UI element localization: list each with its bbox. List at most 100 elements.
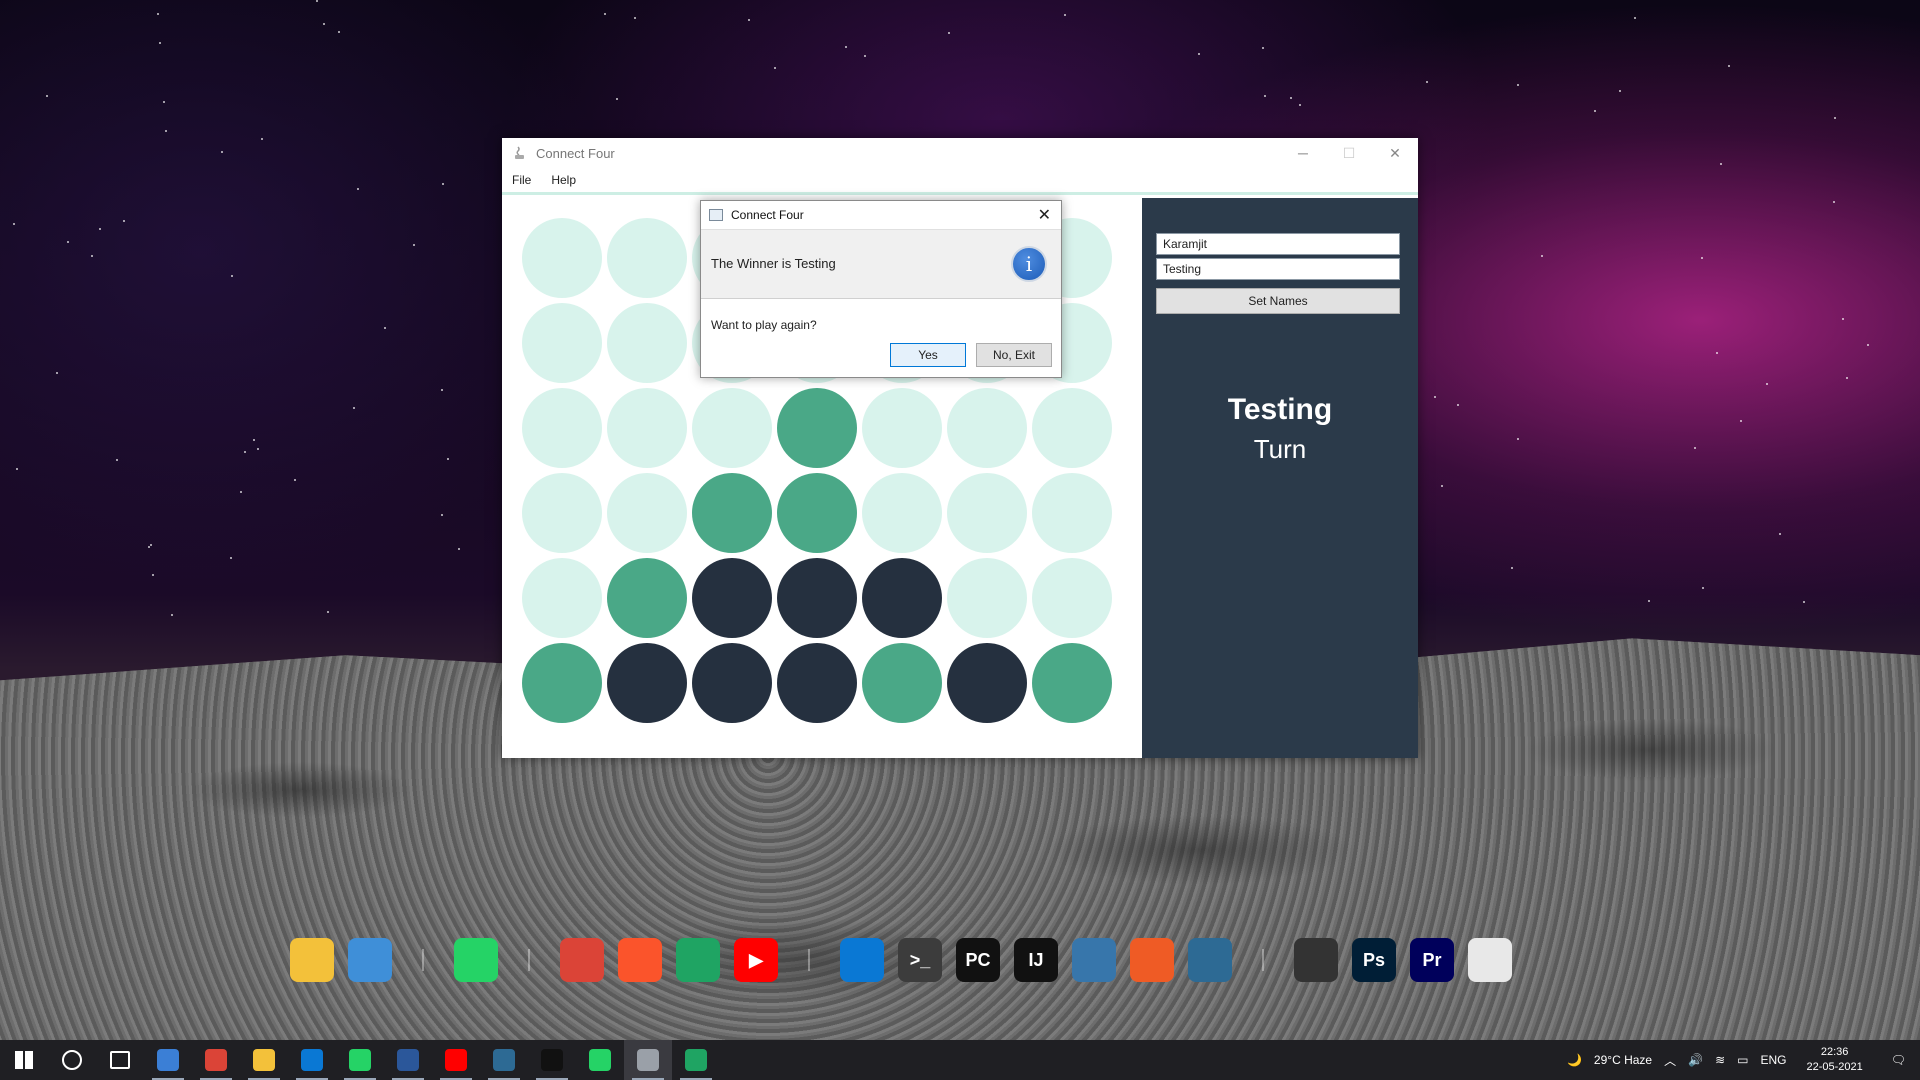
whatsapp-icon[interactable]: [454, 938, 498, 982]
task-view-icon[interactable]: [96, 1040, 144, 1080]
start-icon[interactable]: [0, 1040, 48, 1080]
empty-slot[interactable]: [947, 558, 1027, 638]
star: [353, 407, 355, 409]
empty-slot[interactable]: [607, 218, 687, 298]
dark-disc[interactable]: [777, 558, 857, 638]
taskbar-youtube-icon[interactable]: [432, 1040, 480, 1080]
intellij-icon[interactable]: IJ: [1014, 938, 1058, 982]
taskbar-java-icon[interactable]: [624, 1040, 672, 1080]
volume-icon[interactable]: 🔊: [1682, 1053, 1709, 1067]
terminal-icon[interactable]: >_: [898, 938, 942, 982]
davinci-icon[interactable]: [1294, 938, 1338, 982]
star: [1766, 383, 1768, 385]
dark-disc[interactable]: [862, 558, 942, 638]
star: [148, 546, 150, 548]
java-app-icon: [515, 146, 524, 159]
star: [171, 614, 173, 616]
dock-separator: [1262, 949, 1264, 971]
mysql-workbench-icon[interactable]: [1188, 938, 1232, 982]
weather-icon[interactable]: 🌙: [1561, 1053, 1588, 1067]
weather-text[interactable]: 29°C Haze: [1588, 1053, 1658, 1067]
taskbar-vscode-glyph: [301, 1049, 323, 1071]
notifications-icon[interactable]: 🗨: [1877, 1053, 1920, 1067]
pycharm-icon[interactable]: PC: [956, 938, 1000, 982]
dark-disc[interactable]: [777, 643, 857, 723]
star: [152, 574, 154, 576]
green-disc[interactable]: [607, 558, 687, 638]
search-icon[interactable]: [48, 1040, 96, 1080]
taskbar-vscode-icon[interactable]: [288, 1040, 336, 1080]
empty-slot[interactable]: [522, 558, 602, 638]
vscode-icon[interactable]: [840, 938, 884, 982]
empty-slot[interactable]: [607, 473, 687, 553]
close-button[interactable]: ✕: [1372, 145, 1418, 162]
taskbar-intellij-icon[interactable]: [528, 1040, 576, 1080]
empty-slot[interactable]: [862, 388, 942, 468]
empty-slot[interactable]: [522, 473, 602, 553]
empty-slot[interactable]: [862, 473, 942, 553]
google-drive-icon[interactable]: [676, 938, 720, 982]
taskbar-whatsapp-icon[interactable]: [336, 1040, 384, 1080]
player-two-name-input[interactable]: [1156, 258, 1400, 280]
menu-help[interactable]: Help: [541, 173, 586, 187]
brave-icon[interactable]: [618, 938, 662, 982]
empty-slot[interactable]: [947, 473, 1027, 553]
empty-slot[interactable]: [522, 218, 602, 298]
yes-button[interactable]: Yes: [890, 343, 966, 367]
menu-file[interactable]: File: [502, 173, 541, 187]
green-disc[interactable]: [522, 643, 602, 723]
empty-slot[interactable]: [607, 303, 687, 383]
green-disc[interactable]: [692, 473, 772, 553]
empty-slot[interactable]: [1032, 388, 1112, 468]
green-disc[interactable]: [1032, 643, 1112, 723]
python-icon[interactable]: [1072, 938, 1116, 982]
window-titlebar[interactable]: Connect Four ─ ☐ ✕: [502, 138, 1418, 168]
maximize-button[interactable]: ☐: [1326, 145, 1372, 162]
photoshop-icon[interactable]: Ps: [1352, 938, 1396, 982]
chrome-icon[interactable]: [560, 938, 604, 982]
taskbar-word-icon[interactable]: [384, 1040, 432, 1080]
empty-slot[interactable]: [692, 388, 772, 468]
star: [1716, 352, 1718, 354]
taskbar-whatsapp2-icon[interactable]: [576, 1040, 624, 1080]
dialog-close-button[interactable]: ✕: [1038, 205, 1051, 225]
green-disc[interactable]: [777, 473, 857, 553]
star: [1728, 65, 1730, 67]
dark-disc[interactable]: [607, 643, 687, 723]
recycle-bin-icon[interactable]: [1468, 938, 1512, 982]
youtube-icon[interactable]: ▶: [734, 938, 778, 982]
dark-disc[interactable]: [692, 558, 772, 638]
dark-disc[interactable]: [947, 643, 1027, 723]
empty-slot[interactable]: [1032, 473, 1112, 553]
wifi-icon[interactable]: ≋: [1709, 1053, 1731, 1067]
star: [1834, 117, 1836, 119]
taskbar-mysql-icon[interactable]: [480, 1040, 528, 1080]
taskbar-explorer-icon[interactable]: [240, 1040, 288, 1080]
no-exit-button[interactable]: No, Exit: [976, 343, 1052, 367]
green-disc[interactable]: [862, 643, 942, 723]
dialog-titlebar[interactable]: Connect Four ✕: [701, 201, 1061, 229]
battery-icon[interactable]: ▭: [1731, 1053, 1754, 1067]
this-pc-icon[interactable]: [348, 938, 392, 982]
file-explorer-icon[interactable]: [290, 938, 334, 982]
empty-slot[interactable]: [522, 388, 602, 468]
dark-disc[interactable]: [692, 643, 772, 723]
taskbar-chrome-icon[interactable]: [192, 1040, 240, 1080]
empty-slot[interactable]: [1032, 558, 1112, 638]
star: [604, 13, 606, 15]
clock[interactable]: 22:36 22-05-2021: [1792, 1045, 1876, 1075]
empty-slot[interactable]: [607, 388, 687, 468]
empty-slot[interactable]: [947, 388, 1027, 468]
set-names-button[interactable]: Set Names: [1156, 288, 1400, 314]
language-indicator[interactable]: ENG: [1754, 1053, 1792, 1067]
taskbar-onenote-icon[interactable]: [144, 1040, 192, 1080]
chevron-up-icon[interactable]: ︿: [1658, 1052, 1682, 1069]
taskbar-drive-icon[interactable]: [672, 1040, 720, 1080]
premiere-icon[interactable]: Pr: [1410, 938, 1454, 982]
postman-icon[interactable]: [1130, 938, 1174, 982]
empty-slot[interactable]: [522, 303, 602, 383]
star: [774, 67, 776, 69]
green-disc[interactable]: [777, 388, 857, 468]
minimize-button[interactable]: ─: [1280, 145, 1326, 162]
player-one-name-input[interactable]: [1156, 233, 1400, 255]
